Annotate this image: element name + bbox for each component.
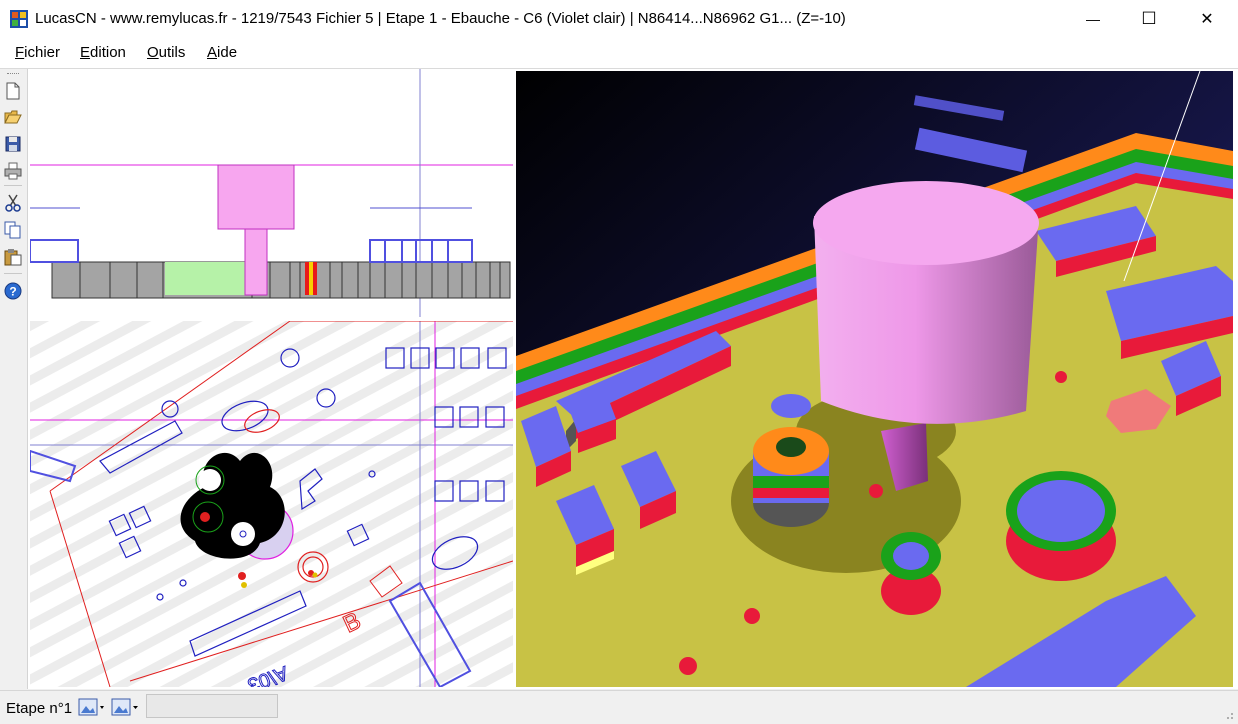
- menu-accel: F: [15, 44, 25, 61]
- menu-accel: E: [80, 44, 91, 61]
- menu-bar: Fichier Edition Outils Aide: [0, 38, 1238, 69]
- toolbar-separator: [4, 185, 22, 186]
- paste-icon[interactable]: [3, 247, 23, 267]
- copy-icon[interactable]: [3, 220, 23, 240]
- plan-view[interactable]: B A\03: [30, 321, 513, 687]
- menu-edition[interactable]: Edition: [80, 44, 126, 61]
- menu-outils[interactable]: Outils: [147, 44, 185, 61]
- menu-accel: A: [207, 44, 218, 61]
- new-file-icon[interactable]: [3, 81, 23, 101]
- window-title: LucasCN - www.remylucas.fr - 1219/7543 F…: [35, 10, 846, 27]
- cut-icon[interactable]: [3, 193, 23, 213]
- help-icon[interactable]: ?: [3, 281, 23, 301]
- 3d-view[interactable]: [516, 71, 1233, 687]
- image-dropdown-icon[interactable]: [111, 698, 139, 718]
- open-folder-icon[interactable]: [3, 107, 23, 127]
- menu-accel: O: [147, 44, 159, 61]
- resize-grip-icon[interactable]: [1224, 710, 1234, 720]
- svg-text:?: ?: [9, 285, 16, 299]
- menu-label: dition: [90, 44, 126, 61]
- save-icon[interactable]: [3, 134, 23, 154]
- maximize-button[interactable]: ☐: [1120, 0, 1178, 38]
- close-button[interactable]: ✕: [1178, 0, 1236, 38]
- menu-label: ide: [217, 44, 238, 61]
- menu-label: ichier: [24, 44, 61, 61]
- toolbar-grip[interactable]: [7, 73, 19, 77]
- menu-aide[interactable]: Aide: [207, 44, 237, 61]
- image-dropdown-icon[interactable]: [78, 698, 106, 718]
- title-bar: LucasCN - www.remylucas.fr - 1219/7543 F…: [0, 0, 1238, 38]
- vertical-toolbar: ?: [0, 69, 28, 689]
- menu-label: utils: [158, 44, 186, 61]
- minimize-button[interactable]: —: [1064, 0, 1122, 38]
- status-progress-field: [146, 694, 278, 718]
- menu-fichier[interactable]: Fichier: [15, 44, 60, 61]
- section-view[interactable]: [30, 69, 513, 317]
- step-label: Etape n°1: [6, 700, 73, 717]
- toolbar-separator: [4, 273, 22, 274]
- app-icon: [10, 10, 28, 28]
- status-bar: Etape n°1: [0, 690, 1238, 724]
- print-icon[interactable]: [3, 161, 23, 181]
- views-area: B A\03: [28, 69, 1238, 689]
